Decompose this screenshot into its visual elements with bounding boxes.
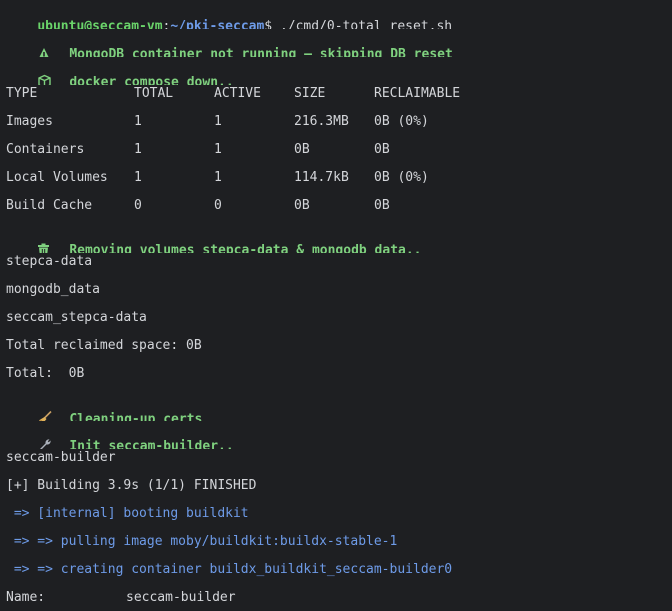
buildkit-step: => => pulling image moby/buildkit:buildx… (6, 534, 398, 549)
builder-name-line: seccam-builder (6, 450, 116, 465)
buildkit-step: => [internal] booting buildkit (6, 506, 249, 521)
warning-icon (37, 46, 61, 57)
table-row: Containers 1 1 0B 0B (6, 141, 666, 169)
status-line-builder: Init seccam-builder.. (6, 421, 666, 449)
name-field-line: Name: seccam-builder (6, 589, 666, 611)
list-item: seccam_stepca-data (6, 310, 147, 325)
table-cell-total: 1 (134, 170, 142, 185)
table-cell-reclaimable: 0B (0%) (374, 114, 429, 129)
table-cell-size: 216.3MB (294, 114, 349, 129)
table-cell-reclaimable: 0B (0%) (374, 170, 429, 185)
table-cell-total: 1 (134, 142, 142, 157)
status-line-mongo: MongoDB container not running — skipping… (6, 29, 666, 57)
table-header-total: TOTAL (134, 86, 174, 101)
table-header-type: TYPE (6, 86, 38, 101)
table-header-reclaimable: RECLAIMABLE (374, 86, 461, 101)
terminal-window[interactable]: ubuntu@seccam-vm:~/pki-seccam$ ./cmd/0-t… (0, 0, 672, 611)
compose-down-text: docker compose down.. (69, 75, 234, 85)
table-header-row: TYPE TOTAL ACTIVE SIZE RECLAIMABLE (6, 85, 666, 113)
list-item: mongodb_data (6, 282, 100, 297)
prompt-line: ubuntu@seccam-vm:~/pki-seccam$ ./cmd/0-t… (6, 1, 666, 29)
table-cell-active: 1 (214, 142, 222, 157)
mongo-warning-text: MongoDB container not running — skipping… (69, 47, 453, 57)
status-line-certs: Cleaning-up certs (6, 393, 666, 421)
prompt-path: ~/pki-seccam (170, 19, 265, 29)
table-cell-total: 1 (134, 114, 142, 129)
table-cell-size: 0B (294, 198, 310, 213)
table-cell-reclaimable: 0B (374, 142, 390, 157)
total-line: Total: 0B (6, 366, 85, 381)
table-cell-type: Local Volumes (6, 170, 108, 185)
removing-volumes-text: Removing volumes stepca-data & mongodb_d… (69, 243, 422, 253)
table-cell-total: 0 (134, 198, 142, 213)
table-row: Local Volumes 1 1 114.7kB 0B (0%) (6, 169, 666, 197)
package-icon (37, 74, 61, 85)
table-cell-type: Build Cache (6, 198, 93, 213)
prompt-symbol: $ (264, 19, 273, 29)
wrench-icon (37, 438, 61, 449)
table-cell-reclaimable: 0B (374, 198, 390, 213)
list-item: stepca-data (6, 254, 93, 269)
trash-icon (37, 242, 61, 253)
status-line-volumes: Removing volumes stepca-data & mongodb_d… (6, 225, 666, 253)
table-cell-type: Containers (6, 142, 85, 157)
status-line-compose: docker compose down.. (6, 57, 666, 85)
name-field-value: seccam-builder (126, 590, 236, 605)
table-row: Images 1 1 216.3MB 0B (0%) (6, 113, 666, 141)
reclaimed-space-line: Total reclaimed space: 0B (6, 338, 202, 353)
prompt-command: ./cmd/0-total_reset.sh (272, 19, 453, 29)
buildkit-step: => => creating container buildx_buildkit… (6, 562, 453, 577)
table-cell-type: Images (6, 114, 53, 129)
table-cell-size: 0B (294, 142, 310, 157)
building-line: [+] Building 3.9s (1/1) FINISHED (6, 478, 257, 493)
table-cell-size: 114.7kB (294, 170, 349, 185)
broom-icon (37, 410, 61, 421)
table-row: Build Cache 0 0 0B 0B (6, 197, 666, 225)
table-header-active: ACTIVE (214, 86, 261, 101)
cleaning-certs-text: Cleaning-up certs (69, 412, 203, 421)
table-cell-active: 0 (214, 198, 222, 213)
table-cell-active: 1 (214, 170, 222, 185)
prompt-user-host: ubuntu@seccam-vm (37, 19, 163, 29)
table-cell-active: 1 (214, 114, 222, 129)
init-builder-text: Init seccam-builder.. (69, 439, 234, 449)
table-header-size: SIZE (294, 86, 326, 101)
name-field-label: Name: (6, 590, 46, 605)
